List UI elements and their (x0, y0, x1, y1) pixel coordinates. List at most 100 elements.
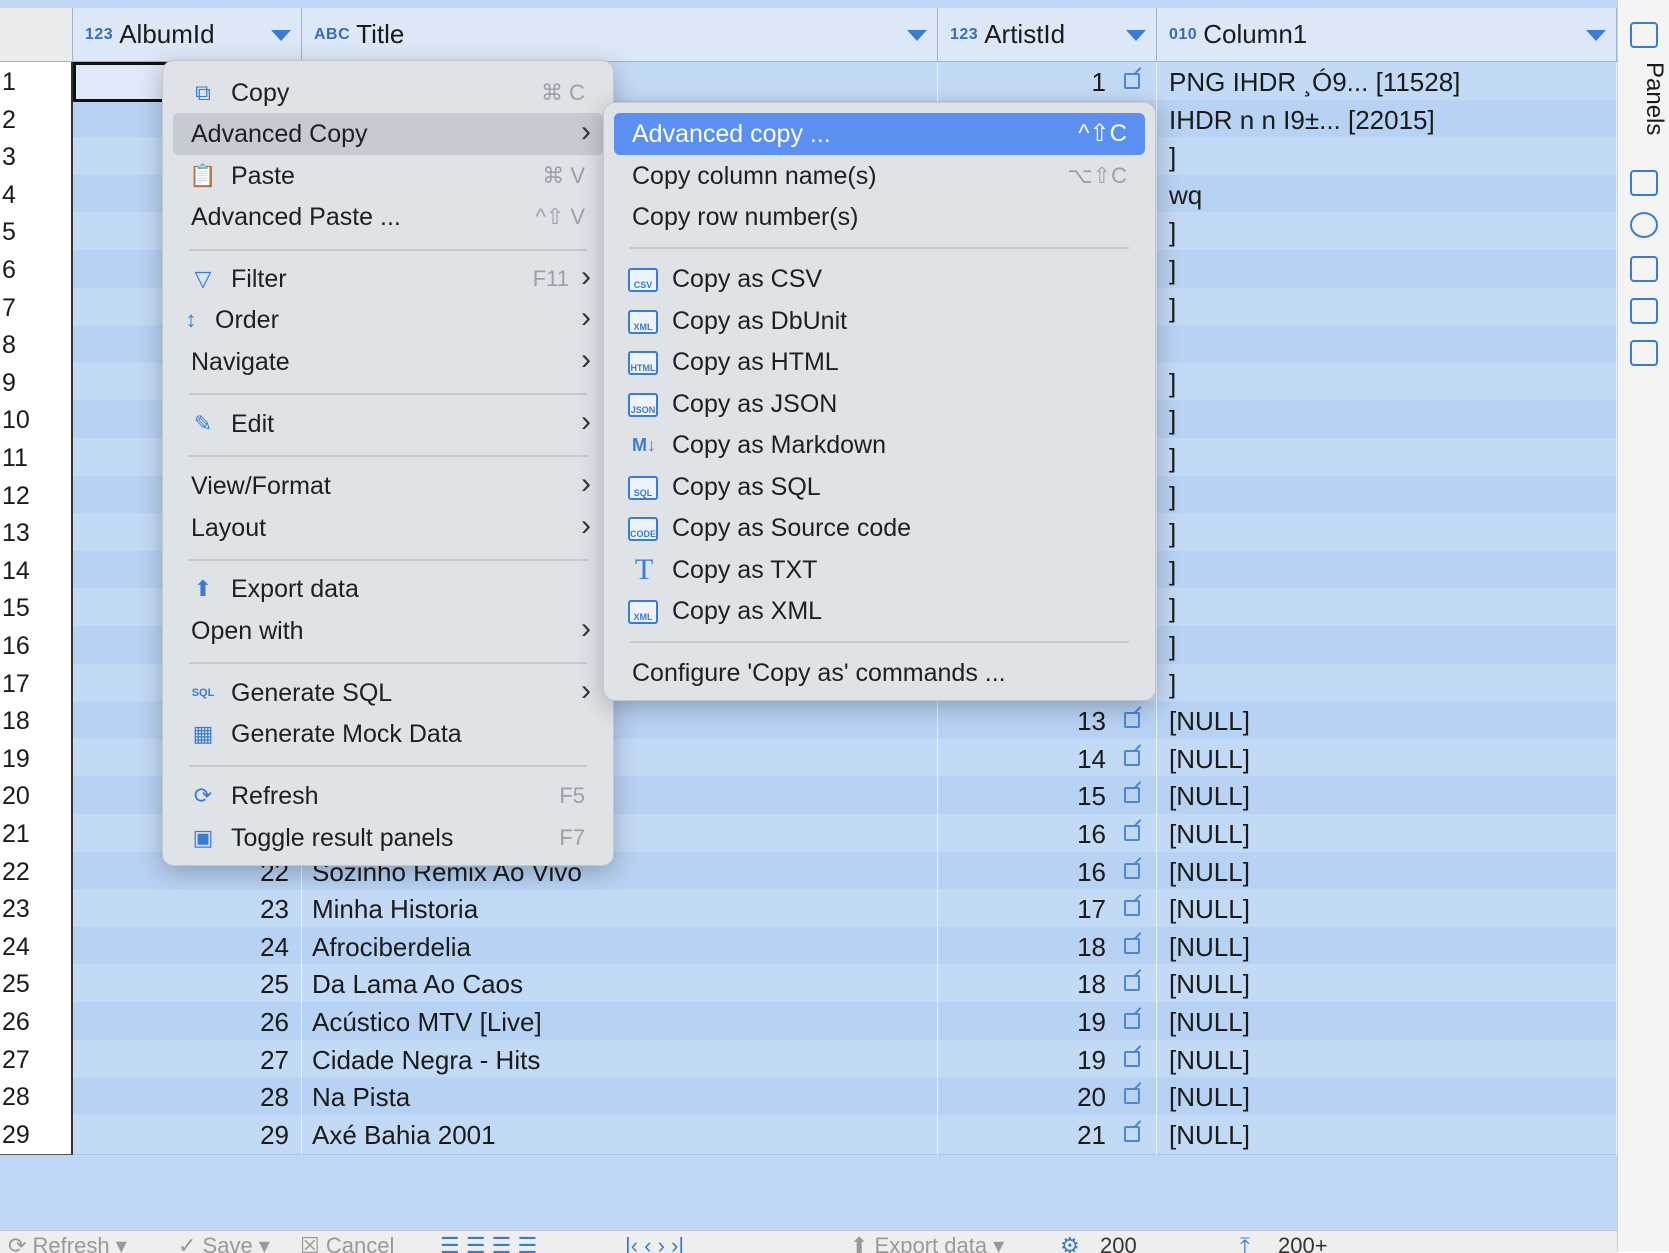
column1-cell[interactable] (1157, 325, 1617, 365)
open-link-icon[interactable] (1124, 975, 1140, 991)
row-number[interactable]: 14 (0, 551, 73, 591)
artistid-cell[interactable]: 21 (938, 1115, 1157, 1155)
artistid-cell[interactable]: 18 (938, 927, 1157, 967)
row-number[interactable]: 13 (0, 513, 73, 553)
menu-item-paste[interactable]: 📋 Paste ⌘ V (173, 155, 603, 197)
edit-row-icons[interactable]: ☰ ☰ ☰ ☰ (440, 1233, 537, 1253)
save-button[interactable]: ✓ Save ▾ (178, 1233, 270, 1253)
column1-cell[interactable]: ] (1157, 438, 1617, 478)
row-number[interactable]: 26 (0, 1002, 73, 1042)
row-number[interactable]: 8 (0, 325, 73, 365)
menu-item-copy-as-markdown[interactable]: M↓ Copy as Markdown (614, 424, 1145, 466)
cancel-button[interactable]: ☒ Cancel (300, 1233, 394, 1253)
menu-item-copy-as-xml[interactable]: XML Copy as XML (614, 590, 1145, 632)
artistid-cell[interactable]: 19 (938, 1040, 1157, 1080)
panels-icon[interactable] (1630, 22, 1658, 48)
sort-dropdown-icon[interactable] (1586, 30, 1606, 41)
row-number[interactable]: 19 (0, 739, 73, 779)
column1-cell[interactable]: ] (1157, 363, 1617, 403)
albumid-cell[interactable]: 25 (73, 964, 302, 1004)
row-number[interactable]: 27 (0, 1040, 73, 1080)
menu-item-filter[interactable]: ▽ Filter F11 › (173, 258, 603, 300)
row-number[interactable]: 3 (0, 137, 73, 177)
grid-corner[interactable] (0, 8, 73, 62)
table-row[interactable]: 25 Da Lama Ao Caos 18 [NULL] (73, 964, 1617, 1004)
menu-item-advanced-copy-dialog[interactable]: Advanced copy ... ^⇧C (614, 113, 1145, 155)
row-number[interactable]: 4 (0, 175, 73, 215)
column1-cell[interactable]: [NULL] (1157, 927, 1617, 967)
row-number[interactable]: 17 (0, 664, 73, 704)
menu-item-configure-copy-as[interactable]: Configure 'Copy as' commands ... (614, 652, 1145, 694)
column1-cell[interactable]: PNG IHDR ¸Ó9... [11528] (1157, 62, 1617, 102)
albumid-cell[interactable]: 28 (73, 1077, 302, 1117)
column1-cell[interactable]: ] (1157, 250, 1617, 290)
menu-item-order[interactable]: ↕ Order › (173, 299, 603, 341)
row-number[interactable]: 12 (0, 476, 73, 516)
open-link-icon[interactable] (1124, 938, 1140, 954)
menu-item-advanced-copy[interactable]: Advanced Copy › (173, 113, 603, 155)
column1-cell[interactable]: ] (1157, 212, 1617, 252)
settings-gear-icon[interactable]: ⚙ (1060, 1233, 1080, 1253)
column1-cell[interactable]: [NULL] (1157, 739, 1617, 779)
albumid-cell[interactable]: 26 (73, 1002, 302, 1042)
title-cell[interactable]: Axé Bahia 2001 (302, 1115, 938, 1155)
sort-dropdown-icon[interactable] (271, 30, 291, 41)
menu-item-copy-row-numbers[interactable]: Copy row number(s) (614, 196, 1145, 238)
row-number[interactable]: 28 (0, 1077, 73, 1117)
calendar-icon[interactable] (1630, 256, 1658, 282)
row-number[interactable]: 9 (0, 363, 73, 403)
column1-cell[interactable]: ] (1157, 400, 1617, 440)
row-number[interactable]: 15 (0, 588, 73, 628)
row-number[interactable]: 18 (0, 701, 73, 741)
row-number[interactable]: 16 (0, 626, 73, 666)
menu-item-refresh[interactable]: ⟳ Refresh F5 (173, 775, 603, 817)
menu-item-generate-sql[interactable]: SQL Generate SQL › (173, 672, 603, 714)
title-cell[interactable]: Acústico MTV [Live] (302, 1002, 938, 1042)
row-number[interactable]: 25 (0, 964, 73, 1004)
navigation-icons[interactable]: |‹ ‹ › ›| (625, 1233, 684, 1253)
menu-item-toggle-result-panels[interactable]: ▣ Toggle result panels F7 (173, 817, 603, 859)
open-link-icon[interactable] (1124, 1013, 1140, 1029)
menu-item-copy-as-html[interactable]: HTML Copy as HTML (614, 341, 1145, 383)
row-number[interactable]: 6 (0, 250, 73, 290)
column1-cell[interactable]: ] (1157, 137, 1617, 177)
table-row[interactable]: 28 Na Pista 20 [NULL] (73, 1077, 1617, 1117)
menu-item-copy-as-csv[interactable]: CSV Copy as CSV (614, 258, 1145, 300)
table-row[interactable]: 24 Afrociberdelia 18 [NULL] (73, 927, 1617, 967)
column1-cell[interactable]: ] (1157, 288, 1617, 328)
menu-item-copy-as-txt[interactable]: T Copy as TXT (614, 549, 1145, 591)
title-cell[interactable]: Na Pista (302, 1077, 938, 1117)
row-number[interactable]: 20 (0, 776, 73, 816)
table-row[interactable]: 27 Cidade Negra - Hits 19 [NULL] (73, 1040, 1617, 1080)
open-link-icon[interactable] (1124, 1126, 1140, 1142)
title-cell[interactable]: Cidade Negra - Hits (302, 1040, 938, 1080)
panels-label[interactable]: Panels (1640, 62, 1668, 135)
row-number[interactable]: 10 (0, 400, 73, 440)
column1-cell[interactable]: [NULL] (1157, 814, 1617, 854)
sort-dropdown-icon[interactable] (907, 30, 927, 41)
open-link-icon[interactable] (1124, 712, 1140, 728)
menu-item-copy-as-dbunit[interactable]: XML Copy as DbUnit (614, 300, 1145, 342)
open-link-icon[interactable] (1124, 863, 1140, 879)
column1-cell[interactable]: [NULL] (1157, 889, 1617, 929)
open-link-icon[interactable] (1124, 825, 1140, 841)
albumid-cell[interactable]: 27 (73, 1040, 302, 1080)
fetch-size-input[interactable]: 200 (1100, 1233, 1137, 1253)
menu-item-copy-as-sql[interactable]: SQL Copy as SQL (614, 466, 1145, 508)
column1-cell[interactable]: wq (1157, 175, 1617, 215)
row-number[interactable]: 21 (0, 814, 73, 854)
artistid-cell[interactable]: 18 (938, 964, 1157, 1004)
row-number[interactable]: 11 (0, 438, 73, 478)
open-link-icon[interactable] (1124, 1051, 1140, 1067)
sort-dropdown-icon[interactable] (1126, 30, 1146, 41)
title-cell[interactable]: Da Lama Ao Caos (302, 964, 938, 1004)
column-header-artistid[interactable]: 123 ArtistId (938, 8, 1157, 62)
menu-item-copy-as-source-code[interactable]: CODE Copy as Source code (614, 507, 1145, 549)
artistid-cell[interactable]: 17 (938, 889, 1157, 929)
artistid-cell[interactable]: 20 (938, 1077, 1157, 1117)
row-number[interactable]: 2 (0, 100, 73, 140)
column-header-column1[interactable]: 010 Column1 (1157, 8, 1617, 62)
title-cell[interactable]: Minha Historia (302, 889, 938, 929)
row-number[interactable]: 22 (0, 852, 73, 892)
table-row[interactable]: 23 Minha Historia 17 [NULL] (73, 889, 1617, 929)
